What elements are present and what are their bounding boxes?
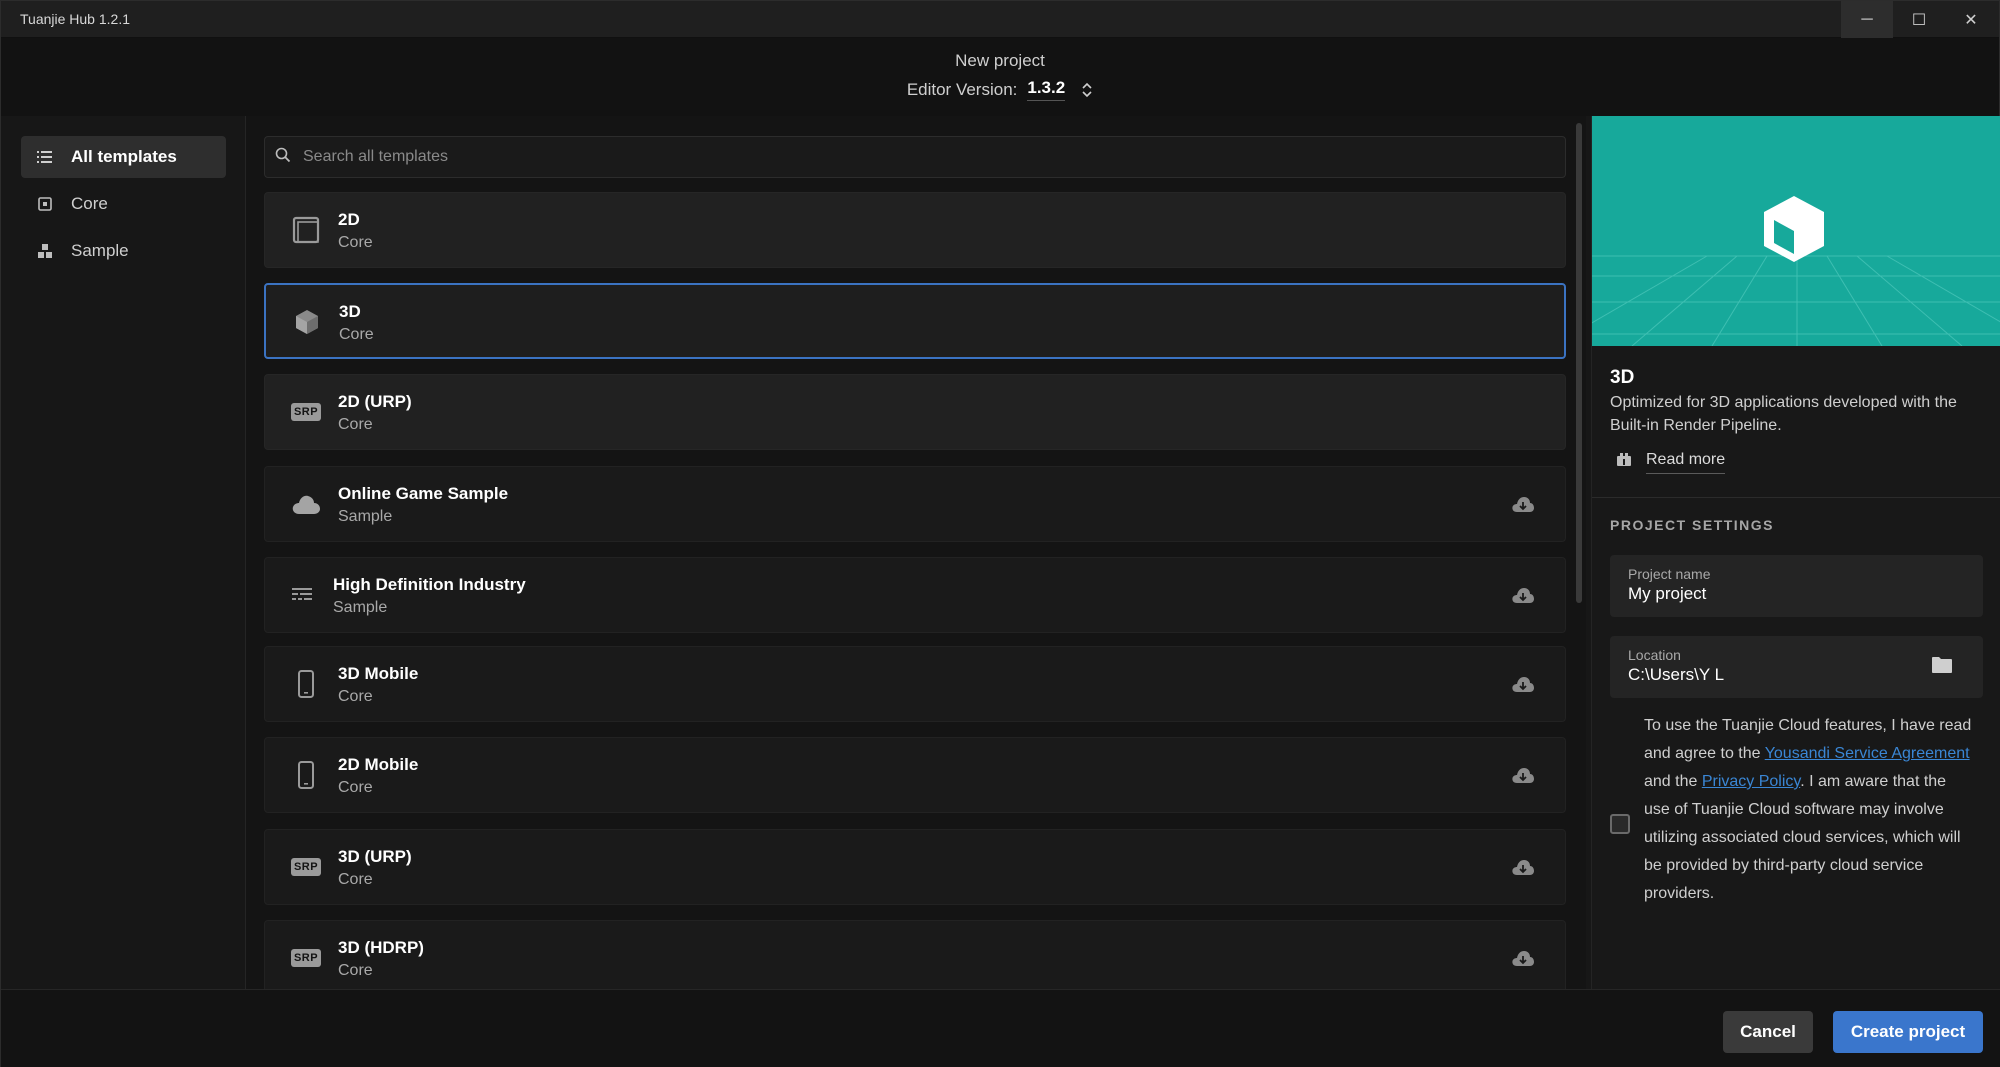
template-name: 2D (URP)	[338, 392, 412, 411]
template-category: Core	[338, 871, 373, 888]
template-detail-panel: 3D Optimized for 3D applications develop…	[1591, 116, 2000, 989]
template-category: Core	[338, 962, 373, 979]
location-field[interactable]: Location C:\Users\Y L	[1610, 636, 1983, 698]
template-item-3d-urp[interactable]: SRP 3D (URP) Core	[264, 829, 1566, 905]
editor-version-row: Editor Version: 1.3.2	[1, 78, 1999, 101]
agreement-text: To use the Tuanjie Cloud features, I hav…	[1644, 717, 1972, 902]
download-icon[interactable]	[1511, 675, 1535, 698]
project-name-field[interactable]: Project name My project	[1610, 555, 1983, 617]
mobile-icon	[291, 669, 321, 699]
close-button[interactable]: ✕	[1945, 1, 1997, 38]
dialog-title: New project	[955, 51, 1045, 70]
detail-description: Optimized for 3D applications developed …	[1610, 394, 1957, 434]
minimize-icon: ─	[1861, 10, 1873, 28]
title-bar: Tuanjie Hub 1.2.1 ─ ☐ ✕	[1, 1, 1999, 38]
location-label: Location	[1628, 647, 1681, 663]
divider	[1592, 497, 2000, 498]
template-category: Core	[338, 688, 373, 705]
read-more-label: Read more	[1646, 451, 1726, 474]
template-name: 3D Mobile	[338, 664, 419, 683]
maximize-icon: ☐	[1911, 11, 1927, 29]
sample-icon	[35, 244, 55, 258]
template-item-2d-urp[interactable]: SRP 2D (URP) Core	[264, 374, 1566, 450]
template-name: 2D	[338, 210, 360, 229]
app-window: Tuanjie Hub 1.2.1 ─ ☐ ✕ New project Edit…	[0, 0, 2000, 1067]
srp-icon: SRP	[290, 397, 322, 427]
location-input[interactable]: C:\Users\Y L	[1628, 665, 1724, 685]
template-item-3d-hdrp[interactable]: SRP 3D (HDRP) Core	[264, 920, 1566, 989]
search-icon	[275, 147, 291, 168]
template-name: 3D (HDRP)	[338, 938, 424, 957]
detail-title: 3D	[1610, 367, 1635, 388]
chevron-updown-icon[interactable]	[1081, 81, 1093, 99]
core-icon	[35, 197, 55, 211]
sidebar-item-label: All templates	[71, 147, 177, 166]
agreement-checkbox[interactable]	[1610, 814, 1630, 834]
dialog-footer: Cancel Create project	[1, 989, 2000, 1067]
template-item-2d[interactable]: 2D Core	[264, 192, 1566, 268]
sidebar-item-core[interactable]: Core	[21, 183, 226, 225]
list-icon	[35, 150, 55, 164]
cloud-icon	[291, 489, 321, 519]
template-item-online-game-sample[interactable]: Online Game Sample Sample	[264, 466, 1566, 542]
service-agreement-link[interactable]: Yousandi Service Agreement	[1765, 745, 1970, 762]
create-project-button[interactable]: Create project	[1833, 1011, 1983, 1053]
maximize-button[interactable]: ☐	[1893, 1, 1945, 38]
book-icon	[1616, 453, 1632, 472]
template-name: 3D (URP)	[338, 847, 412, 866]
download-icon[interactable]	[1511, 949, 1535, 972]
close-icon: ✕	[1964, 11, 1978, 29]
template-sidebar: All templates Core Sample	[1, 116, 246, 989]
template-name: High Definition Industry	[333, 575, 526, 594]
privacy-policy-link[interactable]: Privacy Policy	[1702, 773, 1800, 790]
search-input[interactable]	[303, 148, 1503, 166]
app-title: Tuanjie Hub 1.2.1	[20, 11, 130, 27]
read-more-link[interactable]: Read more	[1616, 451, 1726, 474]
download-icon[interactable]	[1511, 858, 1535, 881]
project-name-label: Project name	[1628, 566, 1711, 582]
mobile-icon	[291, 760, 321, 790]
srp-icon: SRP	[290, 943, 322, 973]
template-list-area: 2D Core 3D Core SRP 2D (URP) Core Online…	[246, 116, 1586, 989]
square-icon	[291, 215, 321, 245]
template-item-3d-mobile[interactable]: 3D Mobile Core	[264, 646, 1566, 722]
srp-icon: SRP	[290, 852, 322, 882]
template-category: Core	[339, 326, 374, 343]
cube-icon	[292, 307, 322, 337]
template-name: 2D Mobile	[338, 755, 419, 774]
template-category: Core	[338, 416, 373, 433]
template-list-scrollbar[interactable]	[1576, 123, 1582, 603]
industry-icon	[287, 580, 317, 610]
sidebar-item-label: Sample	[71, 241, 129, 260]
sidebar-item-all-templates[interactable]: All templates	[21, 136, 226, 178]
template-item-3d[interactable]: 3D Core	[264, 283, 1566, 359]
template-item-2d-mobile[interactable]: 2D Mobile Core	[264, 737, 1566, 813]
download-icon[interactable]	[1511, 495, 1535, 518]
sidebar-item-sample[interactable]: Sample	[21, 230, 226, 272]
editor-version-select[interactable]: 1.3.2	[1027, 78, 1066, 101]
folder-icon[interactable]	[1931, 656, 1953, 679]
template-preview-image	[1592, 116, 2000, 346]
project-name-input[interactable]: My project	[1628, 584, 1706, 604]
template-category: Core	[338, 779, 373, 796]
template-name: Online Game Sample	[338, 484, 509, 503]
cancel-button[interactable]: Cancel	[1723, 1011, 1813, 1053]
project-settings-heading: PROJECT SETTINGS	[1610, 517, 1775, 533]
search-box[interactable]	[264, 136, 1566, 178]
download-icon[interactable]	[1511, 766, 1535, 789]
sidebar-item-label: Core	[71, 194, 108, 213]
dialog-header: New project Editor Version: 1.3.2	[1, 38, 1999, 116]
template-name: 3D	[339, 302, 361, 321]
template-category: Sample	[338, 508, 393, 525]
download-icon[interactable]	[1511, 586, 1535, 609]
minimize-button[interactable]: ─	[1841, 1, 1893, 38]
template-category: Sample	[333, 599, 388, 616]
editor-version-label: Editor Version:	[906, 79, 1018, 99]
template-category: Core	[338, 234, 373, 251]
template-item-high-definition-industry[interactable]: High Definition Industry Sample	[264, 557, 1566, 633]
